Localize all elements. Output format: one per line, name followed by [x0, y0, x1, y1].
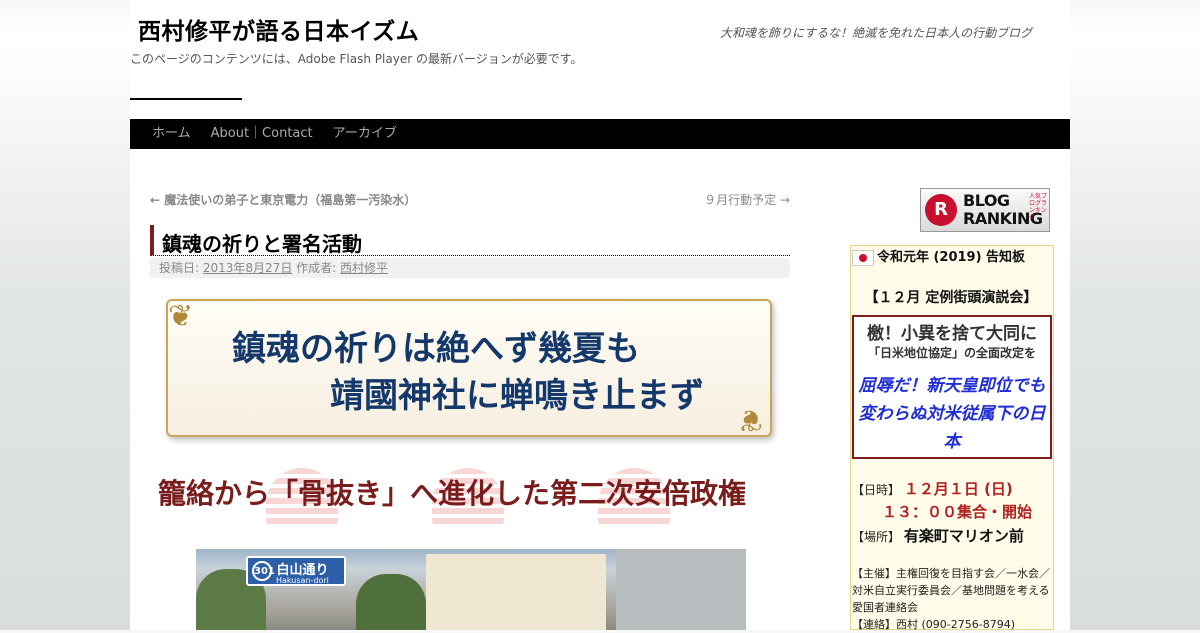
meta-posted-label: 投稿日: — [159, 261, 200, 275]
slogan-line-2: 「日米地位協定」の全面改定を — [867, 346, 1036, 360]
main-navigation: ホーム About｜Contact アーカイブ — [130, 119, 1070, 149]
notice-title: 令和元年 (2019) 告知板 — [876, 250, 1026, 265]
entry-title: 鎮魂の祈りと署名活動 — [162, 232, 362, 256]
flash-player-notice: このページのコンテンツには、Adobe Flash Player の最新バージョ… — [130, 52, 583, 66]
photo-building — [616, 549, 746, 630]
slogan-line-3: 屈辱だ！新天皇即位でも変わらぬ対米従属下の日本 — [858, 376, 1046, 452]
next-post-link[interactable]: ９月行動予定 → — [660, 191, 790, 208]
place-label: 【場所】 — [852, 530, 901, 544]
post-headline-image-text: 籠絡から「骨抜き」へ進化した第二次安倍政権 — [158, 477, 747, 510]
page-wrapper: 西村修平が語る日本イズム 大和魂を飾りにするな！絶滅を免れた日本人の行動ブログ … — [130, 0, 1070, 633]
place-value: 有楽町マリオン前 — [903, 527, 1024, 545]
menu-item-home[interactable]: ホーム — [142, 119, 201, 149]
menu-item-archive[interactable]: アーカイブ — [323, 119, 407, 149]
road-name-romaji: Hakusan-dori — [276, 576, 329, 585]
meta-author-label: 作成者: — [296, 261, 337, 275]
date-value: １２月１日 (日) — [903, 480, 1013, 498]
ornament-corner-icon: ❦ — [738, 402, 764, 437]
site-title[interactable]: 西村修平が語る日本イズム — [138, 12, 419, 46]
notice-event-title: 【１２月 定例街頭演説会】 — [864, 290, 1038, 306]
notice-organizer: 【主催】主権回復を目指す会／一水会／対米自立実行委員会／基地問題を考える愛国者連… — [852, 565, 1052, 633]
ornament-corner-icon: ❦ — [168, 299, 194, 334]
route-number: 301 — [252, 561, 275, 581]
time-value: １３：００集合・開始 — [882, 503, 1033, 521]
menu-list: ホーム About｜Contact アーカイブ — [142, 119, 407, 149]
road-sign: 301 白山通り Hakusan-dori — [246, 556, 346, 586]
notice-time-row: １３：００集合・開始 — [882, 501, 1032, 522]
header-divider — [130, 98, 242, 100]
site-description: 大和魂を飾りにするな！絶滅を免れた日本人の行動ブログ — [720, 26, 1033, 40]
contact-text: 【連絡】西村 (090-2756-8794) — [852, 618, 1016, 631]
banner-poem-line-2: 靖國神社に蝉鳴き止まず — [330, 376, 704, 416]
notice-place-row: 【場所】 有楽町マリオン前 — [852, 525, 1024, 546]
entry-meta: 投稿日: 2013年8月27日 作成者: 西村修平 — [150, 258, 790, 278]
author-link[interactable]: 西村修平 — [340, 261, 388, 275]
previous-post-link[interactable]: ← 魔法使いの弟子と東京電力（福島第一汚染水） — [150, 191, 416, 208]
slogan-line-1: 檄！小異を捨て大同に — [867, 324, 1037, 344]
photo-building — [426, 554, 606, 630]
post-date-link[interactable]: 2013年8月27日 — [203, 261, 292, 275]
date-label: 【日時】 — [852, 483, 901, 497]
menu-item-about-contact[interactable]: About｜Contact — [201, 119, 323, 149]
organizer-text: 【主催】主権回復を目指す会／一水会／対米自立実行委員会／基地問題を考える愛国者連… — [852, 567, 1050, 614]
notice-date-row: 【日時】 １２月１日 (日) — [852, 478, 1013, 499]
ranking-badge-small-text: 人気ブログランキング — [1029, 193, 1048, 221]
banner-poem-line-1: 鎮魂の祈りは絶へず幾夏も — [232, 329, 640, 369]
photo-tree — [356, 574, 426, 630]
blog-ranking-badge[interactable]: R BLOG RANKING 人気ブログランキング — [920, 188, 1050, 232]
street-photo: 301 白山通り Hakusan-dori — [196, 549, 746, 630]
ranking-logo-icon: R — [925, 194, 957, 226]
